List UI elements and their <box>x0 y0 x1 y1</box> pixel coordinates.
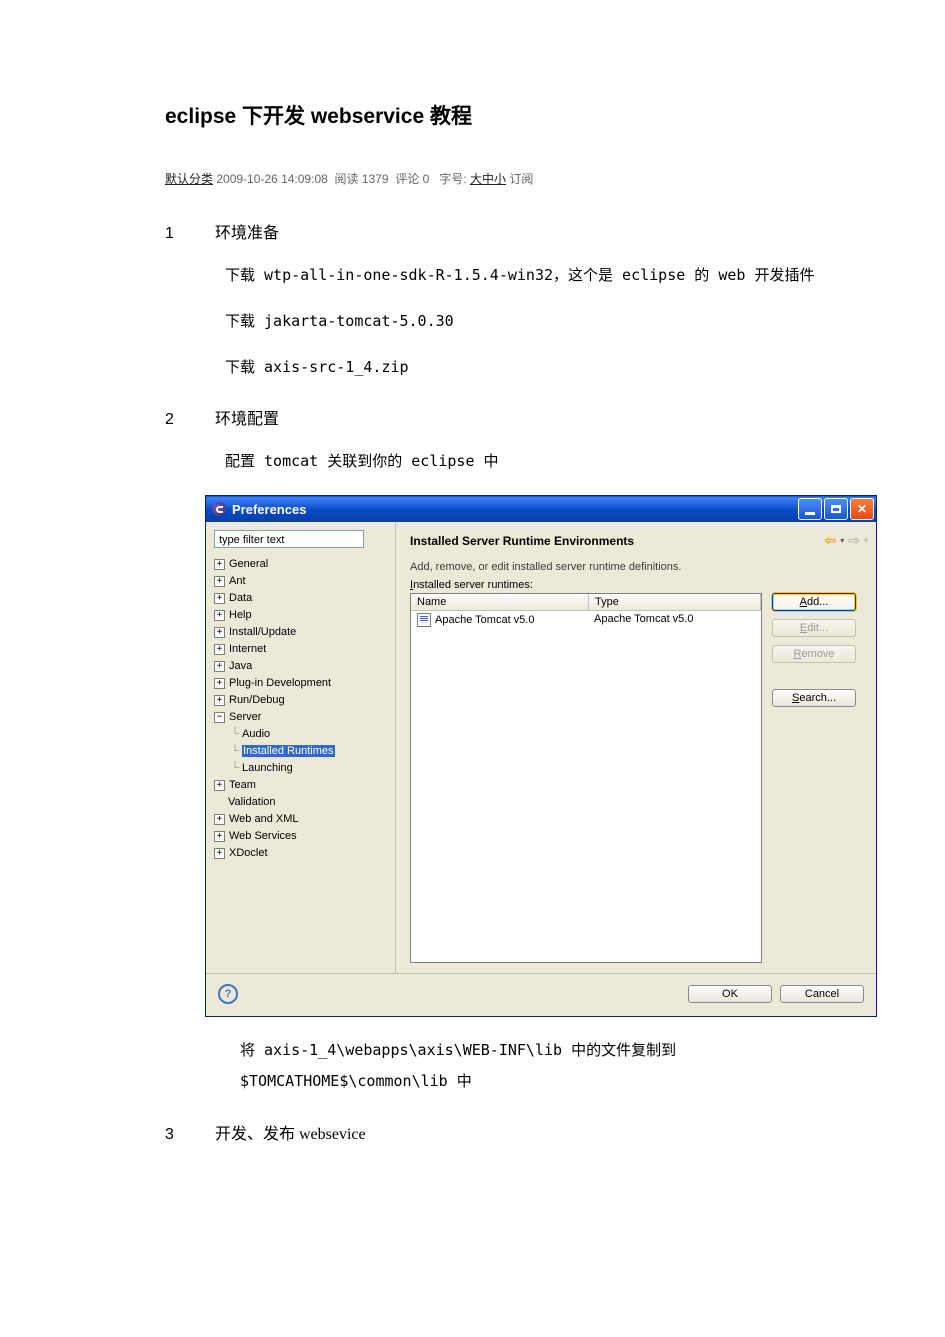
tree-audio[interactable]: Audio <box>242 728 270 740</box>
table-row[interactable]: Apache Tomcat v5.0 Apache Tomcat v5.0 <box>411 611 761 629</box>
meta-subscribe[interactable]: 订阅 <box>509 172 533 186</box>
back-arrow-icon[interactable]: ⇦ <box>825 532 837 549</box>
edit-button: Edit... <box>772 619 856 637</box>
tree-install[interactable]: Install/Update <box>229 626 296 638</box>
nav-tree[interactable]: +General +Ant +Data +Help +Install/Updat… <box>214 556 389 862</box>
meta-reads-label: 阅读 <box>334 172 358 186</box>
meta-reads: 1379 <box>362 172 389 186</box>
fwd-arrow-icon[interactable]: ⇨ <box>848 532 860 549</box>
main-panel: Installed Server Runtime Environments ⇦▾… <box>396 522 876 973</box>
dialog-title: Preferences <box>232 502 798 517</box>
meta-font-opts[interactable]: 大中小 <box>470 172 506 186</box>
titlebar[interactable]: Preferences <box>206 496 876 522</box>
section-1-head: 环境准备 <box>215 219 279 243</box>
help-icon[interactable]: ? <box>218 984 238 1004</box>
tree-help[interactable]: Help <box>229 609 252 621</box>
col-type[interactable]: Type <box>589 594 761 610</box>
tree-validation[interactable]: Validation <box>228 796 276 808</box>
filter-input[interactable]: type filter text <box>214 530 364 548</box>
page-title: eclipse 下开发 webservice 教程 <box>165 100 945 130</box>
section-1-number: 1 <box>165 225 215 243</box>
post-meta: 默认分类 2009-10-26 14:09:08 阅读 1379 评论 0 字号… <box>165 170 945 187</box>
meta-comments-label: 评论 <box>395 172 419 186</box>
col-name[interactable]: Name <box>411 594 589 610</box>
row-type: Apache Tomcat v5.0 <box>588 612 761 628</box>
tree-webxml[interactable]: Web and XML <box>229 813 299 825</box>
tree-general[interactable]: General <box>229 558 268 570</box>
section-2-post1: 将 axis-1_4\webapps\axis\WEB-INF\lib 中的文件… <box>240 1039 945 1062</box>
section-1-p2: 下载 jakarta-tomcat-5.0.30 <box>225 309 945 333</box>
close-button[interactable] <box>850 498 874 520</box>
section-1-p1: 下载 wtp-all-in-one-sdk-R-1.5.4-win32，这个是 … <box>225 263 945 287</box>
tree-internet[interactable]: Internet <box>229 643 266 655</box>
section-2-number: 2 <box>165 411 215 429</box>
tree-xdoclet[interactable]: XDoclet <box>229 847 268 859</box>
tree-run[interactable]: Run/Debug <box>229 694 285 706</box>
history-nav: ⇦▾ ⇨▾ <box>825 532 865 549</box>
tree-team[interactable]: Team <box>229 779 256 791</box>
meta-datetime: 2009-10-26 14:09:08 <box>216 172 327 186</box>
nav-tree-panel: type filter text +General +Ant +Data +He… <box>206 522 396 973</box>
panel-title: Installed Server Runtime Environments <box>410 534 634 548</box>
meta-font-label: 字号: <box>439 172 466 186</box>
tree-data[interactable]: Data <box>229 592 252 604</box>
panel-desc: Add, remove, or edit installed server ru… <box>410 561 864 573</box>
preferences-dialog: Preferences type filter text +General +A… <box>205 495 877 1017</box>
section-2-post2: $TOMCATHOME$\common\lib 中 <box>240 1070 945 1093</box>
tree-server[interactable]: Server <box>229 711 261 723</box>
eclipse-icon <box>212 502 226 516</box>
search-button[interactable]: Search... <box>772 689 856 707</box>
section-3-head: 开发、发布 websevice <box>215 1120 366 1144</box>
minimize-button[interactable] <box>798 498 822 520</box>
meta-category[interactable]: 默认分类 <box>165 172 213 186</box>
runtimes-table[interactable]: Name Type Apache Tomcat v5.0 Apache Tomc… <box>410 593 762 963</box>
section-2-p1: 配置 tomcat 关联到你的 eclipse 中 <box>225 449 945 473</box>
maximize-button[interactable] <box>824 498 848 520</box>
row-name: Apache Tomcat v5.0 <box>435 614 534 626</box>
server-icon <box>417 613 431 627</box>
tree-plugin[interactable]: Plug-in Development <box>229 677 331 689</box>
section-3-number: 3 <box>165 1126 215 1144</box>
tree-ant[interactable]: Ant <box>229 575 246 587</box>
cancel-button[interactable]: Cancel <box>780 985 864 1003</box>
meta-comments: 0 <box>423 172 430 186</box>
tree-java[interactable]: Java <box>229 660 252 672</box>
section-1-p3: 下载 axis-src-1_4.zip <box>225 355 945 379</box>
panel-sublabel: Installed server runtimes: <box>410 579 864 591</box>
tree-webservices[interactable]: Web Services <box>229 830 297 842</box>
tree-installed-runtimes[interactable]: Installed Runtimes <box>242 745 335 757</box>
tree-launching[interactable]: Launching <box>242 762 293 774</box>
ok-button[interactable]: OK <box>688 985 772 1003</box>
add-button[interactable]: Add... <box>772 593 856 611</box>
section-2-head: 环境配置 <box>215 405 279 429</box>
remove-button: Remove <box>772 645 856 663</box>
